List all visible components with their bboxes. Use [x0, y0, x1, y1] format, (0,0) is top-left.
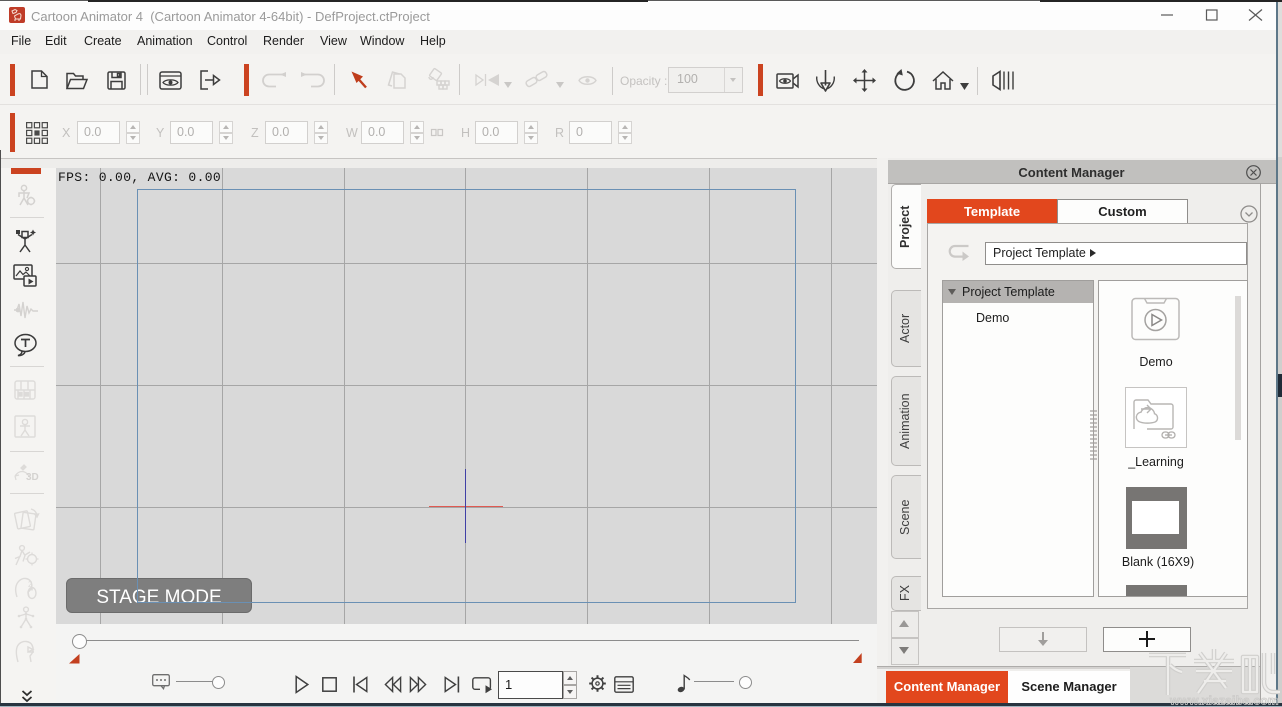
svg-text:2: 2 [28, 580, 33, 589]
svg-text:3D: 3D [26, 472, 39, 483]
svg-text:www.xiazaiba.com: www.xiazaiba.com [1169, 694, 1279, 707]
